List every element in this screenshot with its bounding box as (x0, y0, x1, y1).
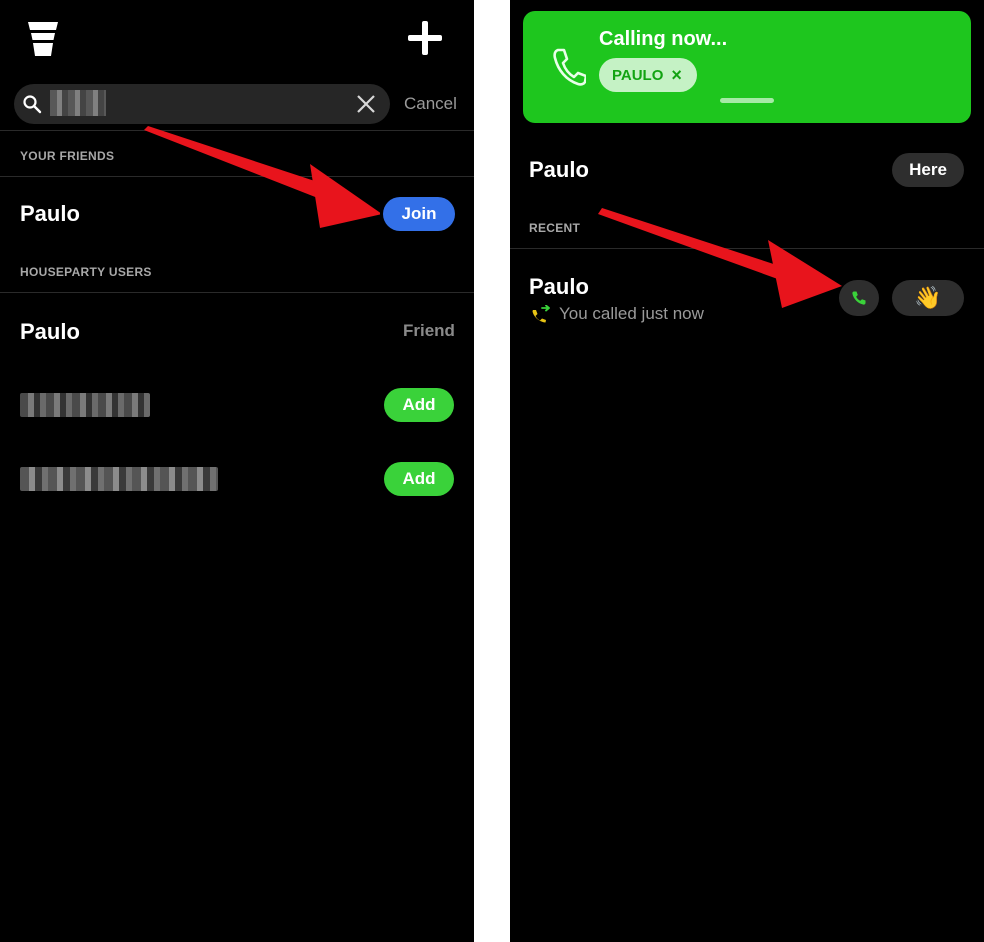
annotation-arrow (598, 208, 842, 308)
divider (0, 176, 474, 177)
cancel-button[interactable]: Cancel (404, 94, 457, 114)
call-button[interactable] (839, 280, 879, 316)
add-user-button[interactable]: Add (384, 388, 454, 422)
friend-status-label: Friend (403, 321, 455, 340)
close-icon[interactable]: × (671, 65, 682, 86)
divider (510, 248, 984, 249)
chip-label: PAULO (612, 66, 664, 84)
calling-banner[interactable] (523, 11, 971, 123)
section-label-recent: RECENT (529, 221, 581, 235)
search-value-redacted (50, 90, 106, 116)
close-icon[interactable] (355, 93, 377, 115)
waving-hand-icon: 👋 (914, 285, 942, 310)
call-detail: You called just now (559, 304, 704, 323)
phone-icon (553, 48, 586, 86)
user-name-redacted (20, 467, 218, 491)
phone-icon (852, 291, 866, 305)
cup-icon[interactable] (26, 18, 60, 58)
annotation-arrow (144, 126, 380, 228)
friend-name: Paulo (20, 201, 80, 226)
section-label-houseparty-users: HOUSEPARTY USERS (20, 265, 152, 279)
divider (0, 292, 474, 293)
drag-handle[interactable] (720, 98, 774, 103)
join-button[interactable]: Join (383, 197, 455, 231)
outgoing-call-icon (532, 305, 550, 323)
calling-title: Calling now... (599, 28, 728, 50)
section-label-your-friends: YOUR FRIENDS (20, 149, 115, 163)
contact-name: Paulo (529, 157, 589, 182)
add-user-button[interactable]: Add (384, 462, 454, 496)
callee-chip[interactable]: PAULO × (599, 58, 697, 92)
search-icon (23, 95, 42, 114)
user-name: Paulo (20, 319, 80, 344)
recent-contact-name: Paulo (529, 274, 589, 299)
user-name-redacted (20, 393, 150, 417)
here-button[interactable]: Here (892, 153, 964, 187)
left-screen: Cancel YOUR FRIENDS Paulo Join HOUSEPART… (0, 0, 474, 942)
wave-button[interactable]: 👋 (892, 280, 964, 316)
right-screen: Calling now... PAULO × Paulo Here RECENT… (510, 0, 984, 942)
divider (0, 130, 474, 131)
plus-icon[interactable] (405, 18, 445, 58)
